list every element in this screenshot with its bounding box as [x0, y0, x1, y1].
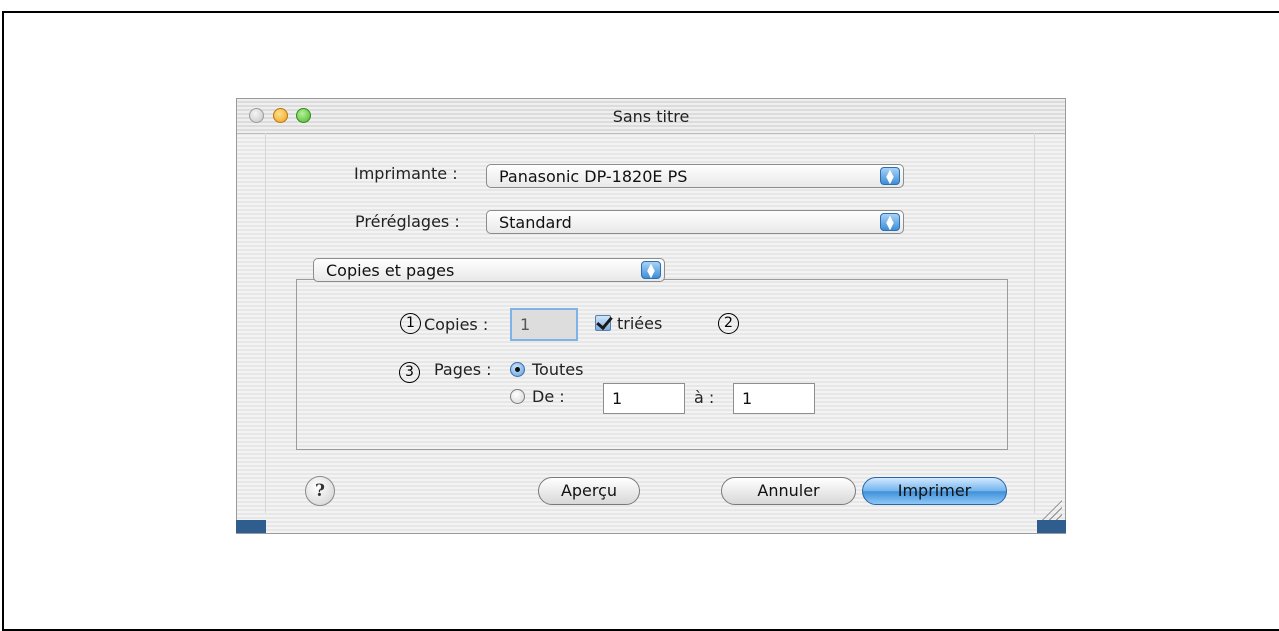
copies-field[interactable]: 1 — [510, 308, 578, 341]
pages-to-field[interactable]: 1 — [733, 383, 815, 414]
pages-to-label: à : — [694, 388, 715, 407]
print-button[interactable]: Imprimer — [862, 477, 1007, 505]
presets-popup[interactable]: Standard ▲ ▼ — [486, 210, 904, 234]
popup-arrows-icon: ▲ ▼ — [880, 213, 900, 232]
popup-arrows-icon: ▲ ▼ — [641, 261, 661, 280]
popup-arrows-icon: ▲ ▼ — [880, 167, 900, 186]
pages-label: Pages : — [434, 360, 492, 379]
preview-button[interactable]: Aperçu — [538, 477, 640, 505]
presets-label: Préréglages : — [355, 212, 460, 231]
callout-3: 3 — [399, 362, 420, 383]
callout-1: 1 — [400, 313, 421, 334]
pages-all-radio[interactable] — [510, 362, 525, 377]
panel-popup[interactable]: Copies et pages ▲ ▼ — [313, 258, 665, 282]
bottom-right-strip — [1037, 520, 1066, 533]
pages-range-label: De : — [532, 387, 565, 406]
pages-from-field[interactable]: 1 — [603, 383, 685, 414]
pages-range-radio[interactable] — [510, 389, 525, 404]
collated-checkbox[interactable] — [595, 315, 611, 331]
panel-value: Copies et pages — [326, 261, 455, 280]
cancel-button[interactable]: Annuler — [721, 477, 856, 505]
help-button[interactable]: ? — [305, 476, 335, 506]
collated-label: triées — [617, 314, 663, 333]
printer-label: Imprimante : — [354, 164, 458, 183]
printer-value: Panasonic DP-1820E PS — [499, 167, 688, 186]
printer-popup[interactable]: Panasonic DP-1820E PS ▲ ▼ — [486, 164, 904, 188]
window-title: Sans titre — [612, 107, 690, 126]
title-bar[interactable]: Sans titre — [237, 99, 1065, 134]
copies-label: Copies : — [424, 315, 489, 334]
bottom-left-strip — [236, 520, 266, 533]
presets-value: Standard — [499, 213, 572, 232]
callout-2: 2 — [718, 313, 739, 334]
pages-all-label: Toutes — [532, 360, 584, 379]
